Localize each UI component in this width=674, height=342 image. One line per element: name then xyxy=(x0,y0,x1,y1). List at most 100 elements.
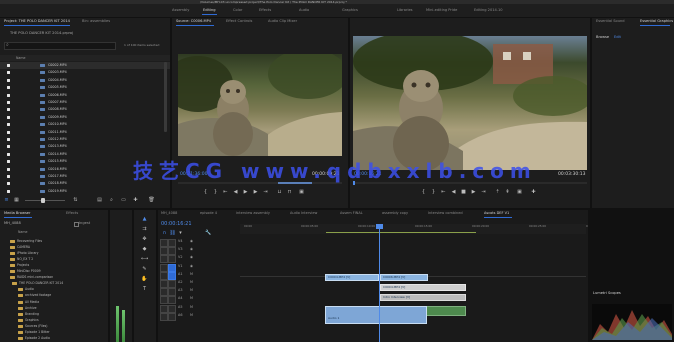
clip-checkbox[interactable] xyxy=(7,145,10,149)
list-view-icon[interactable]: ≡ xyxy=(3,197,10,203)
workspace-tab-graphics[interactable]: Graphics xyxy=(342,8,358,13)
clip-list-item[interactable]: C0007.MP4 xyxy=(0,99,170,106)
clip-checkbox[interactable] xyxy=(7,115,10,119)
sort-icon[interactable]: ⇅ xyxy=(72,197,79,203)
mark-in-icon[interactable]: { xyxy=(202,189,209,195)
tab-media-browser[interactable]: Media Browser xyxy=(4,211,31,216)
subtab-browse[interactable]: Browse xyxy=(596,35,609,40)
search-field[interactable]: ⌕ xyxy=(4,42,116,50)
eye-icon[interactable]: ◉ xyxy=(190,247,193,251)
clip-list-item[interactable]: C0006.MP4 xyxy=(0,92,170,99)
clip-list-item[interactable]: C0004.MP4 xyxy=(0,77,170,84)
workspace-tab-audio[interactable]: Audio xyxy=(299,8,309,13)
track-lock-toggle[interactable] xyxy=(160,312,168,321)
track-select-tool-icon[interactable]: ⇉ xyxy=(141,226,148,232)
clip-checkbox[interactable] xyxy=(7,182,10,186)
selection-tool-icon[interactable]: ▲ xyxy=(141,216,148,222)
automate-icon[interactable]: ▤ xyxy=(96,197,103,203)
list-scrollbar[interactable] xyxy=(164,62,167,132)
video-clip-c0004-a[interactable]: C0004.MP4 [V] xyxy=(325,274,379,281)
column-header-name[interactable]: Name xyxy=(16,56,25,60)
slip-tool-icon[interactable]: ⟷ xyxy=(141,256,148,262)
clip-checkbox[interactable] xyxy=(7,123,10,127)
source-video-frame[interactable] xyxy=(178,54,342,156)
clip-checkbox[interactable] xyxy=(7,93,10,97)
clip-checkbox[interactable] xyxy=(7,189,10,193)
step-back-icon[interactable]: ◀ xyxy=(232,189,239,195)
mute-icon[interactable]: M xyxy=(190,288,193,292)
clip-checkbox[interactable] xyxy=(7,160,10,164)
timeline-sequence-tab[interactable]: Audio Interview xyxy=(290,211,317,216)
timeline-ruler[interactable]: 00:00 00:00:05:00 00:00:10:00 00:00:15:00 00… xyxy=(240,224,588,234)
mute-icon[interactable]: M xyxy=(190,305,193,309)
tab-audio-clip-mixer[interactable]: Audio Clip Mixer xyxy=(268,19,297,24)
tab-essential-graphics[interactable]: Essential Graphics xyxy=(640,19,673,24)
linked-selection-icon[interactable]: ⛓ xyxy=(169,230,176,236)
tab-effects[interactable]: Effects xyxy=(66,211,78,216)
folder-item[interactable]: Branding xyxy=(0,311,108,317)
folder-item[interactable]: RAIDS mini-comparison xyxy=(0,275,108,281)
workspace-tab-color[interactable]: Color xyxy=(233,8,242,13)
folder-item[interactable]: MiniDisc P0009 xyxy=(0,269,108,275)
go-to-out-icon[interactable]: ⇥ xyxy=(262,189,269,195)
folder-item[interactable]: All Media xyxy=(0,299,108,305)
clip-list-item[interactable]: C0011.MP4 xyxy=(0,129,170,136)
icon-view-icon[interactable]: ▦ xyxy=(13,197,20,203)
clip-checkbox[interactable] xyxy=(7,130,10,134)
audio-clip-audio1[interactable]: Audio 1 xyxy=(325,306,427,324)
timeline-sequence-tab[interactable]: assembly copy xyxy=(382,211,408,216)
clip-checkbox[interactable] xyxy=(7,101,10,104)
step-forward-icon[interactable]: ▶ xyxy=(252,189,259,195)
tab-essential-sound[interactable]: Essential Sound xyxy=(596,19,625,24)
clip-list-item[interactable]: C0008.MP4 xyxy=(0,106,170,113)
track-target-toggle[interactable] xyxy=(168,312,176,321)
video-clip-intro-interview[interactable]: Intro Interview [V] xyxy=(380,294,466,301)
lift-icon[interactable]: ⇡ xyxy=(494,189,501,195)
clip-checkbox[interactable] xyxy=(7,64,10,67)
clip-list-item[interactable]: C0013.MP4 xyxy=(0,143,170,150)
folder-item[interactable]: Projects xyxy=(0,262,108,268)
timeline-timecode[interactable]: 00:00:16:21 xyxy=(161,222,192,227)
folder-item[interactable]: Audio xyxy=(0,287,108,293)
program-add-button-icon[interactable]: ✚ xyxy=(530,189,537,195)
folder-item[interactable]: archived footage xyxy=(0,293,108,299)
hand-tool-icon[interactable]: ✋ xyxy=(141,276,148,282)
timeline-sequence-tab[interactable]: Ascots DEF V1 xyxy=(484,211,509,216)
program-mark-out-icon[interactable]: } xyxy=(430,189,437,195)
work-area-bar[interactable] xyxy=(326,232,476,233)
razor-tool-icon[interactable]: ◆ xyxy=(141,246,148,252)
new-item-icon[interactable]: ✚ xyxy=(132,197,139,203)
new-bin-icon[interactable]: ▭ xyxy=(120,197,127,203)
program-go-to-out-icon[interactable]: ⇥ xyxy=(480,189,487,195)
program-video-frame[interactable] xyxy=(353,36,587,170)
trash-icon[interactable]: 🗑 xyxy=(148,197,155,203)
video-clip-c0004-b[interactable]: C0004.MP4 [V] xyxy=(380,284,466,291)
timeline-playhead-handle[interactable] xyxy=(376,224,383,229)
find-icon[interactable]: ⌕ xyxy=(108,197,115,203)
workspace-tab-assembly[interactable]: Assembly xyxy=(172,8,189,13)
tab-lumetri-scopes[interactable]: Lumetri Scopes xyxy=(593,291,621,296)
clip-checkbox[interactable] xyxy=(7,138,10,141)
folder-item[interactable]: Recovering Files xyxy=(0,238,108,244)
subtab-edit[interactable]: Edit xyxy=(614,35,621,40)
folder-item[interactable]: Sources (Files) xyxy=(0,323,108,329)
eye-icon[interactable]: ◉ xyxy=(190,239,193,243)
mark-out-icon[interactable]: } xyxy=(212,189,219,195)
workspace-tab-editing[interactable]: Editing xyxy=(203,8,216,13)
clip-checkbox[interactable] xyxy=(7,108,10,112)
timeline-sequence-tab[interactable]: MH_4088 xyxy=(161,211,177,216)
workspace-tab-mini-editing[interactable]: Mini-editing Pride xyxy=(426,8,457,13)
extract-icon[interactable]: ⇞ xyxy=(504,189,511,195)
folder-item[interactable]: iPhoto Library xyxy=(0,250,108,256)
mute-icon[interactable]: M xyxy=(190,280,193,284)
clip-checkbox[interactable] xyxy=(7,175,10,178)
settings-wrench-icon[interactable]: 🔧 xyxy=(205,230,212,236)
clip-checkbox[interactable] xyxy=(7,78,10,82)
tab-effect-controls[interactable]: Effect Controls xyxy=(226,19,252,24)
mute-icon[interactable]: M xyxy=(190,272,193,276)
folder-item[interactable]: Episode 1 Bitter xyxy=(0,330,108,336)
clip-checkbox[interactable] xyxy=(7,86,10,90)
folder-item[interactable]: NO_EX T 2 xyxy=(0,256,108,262)
program-step-forward-icon[interactable]: ▶ xyxy=(470,189,477,195)
zoom-slider[interactable] xyxy=(25,198,65,203)
